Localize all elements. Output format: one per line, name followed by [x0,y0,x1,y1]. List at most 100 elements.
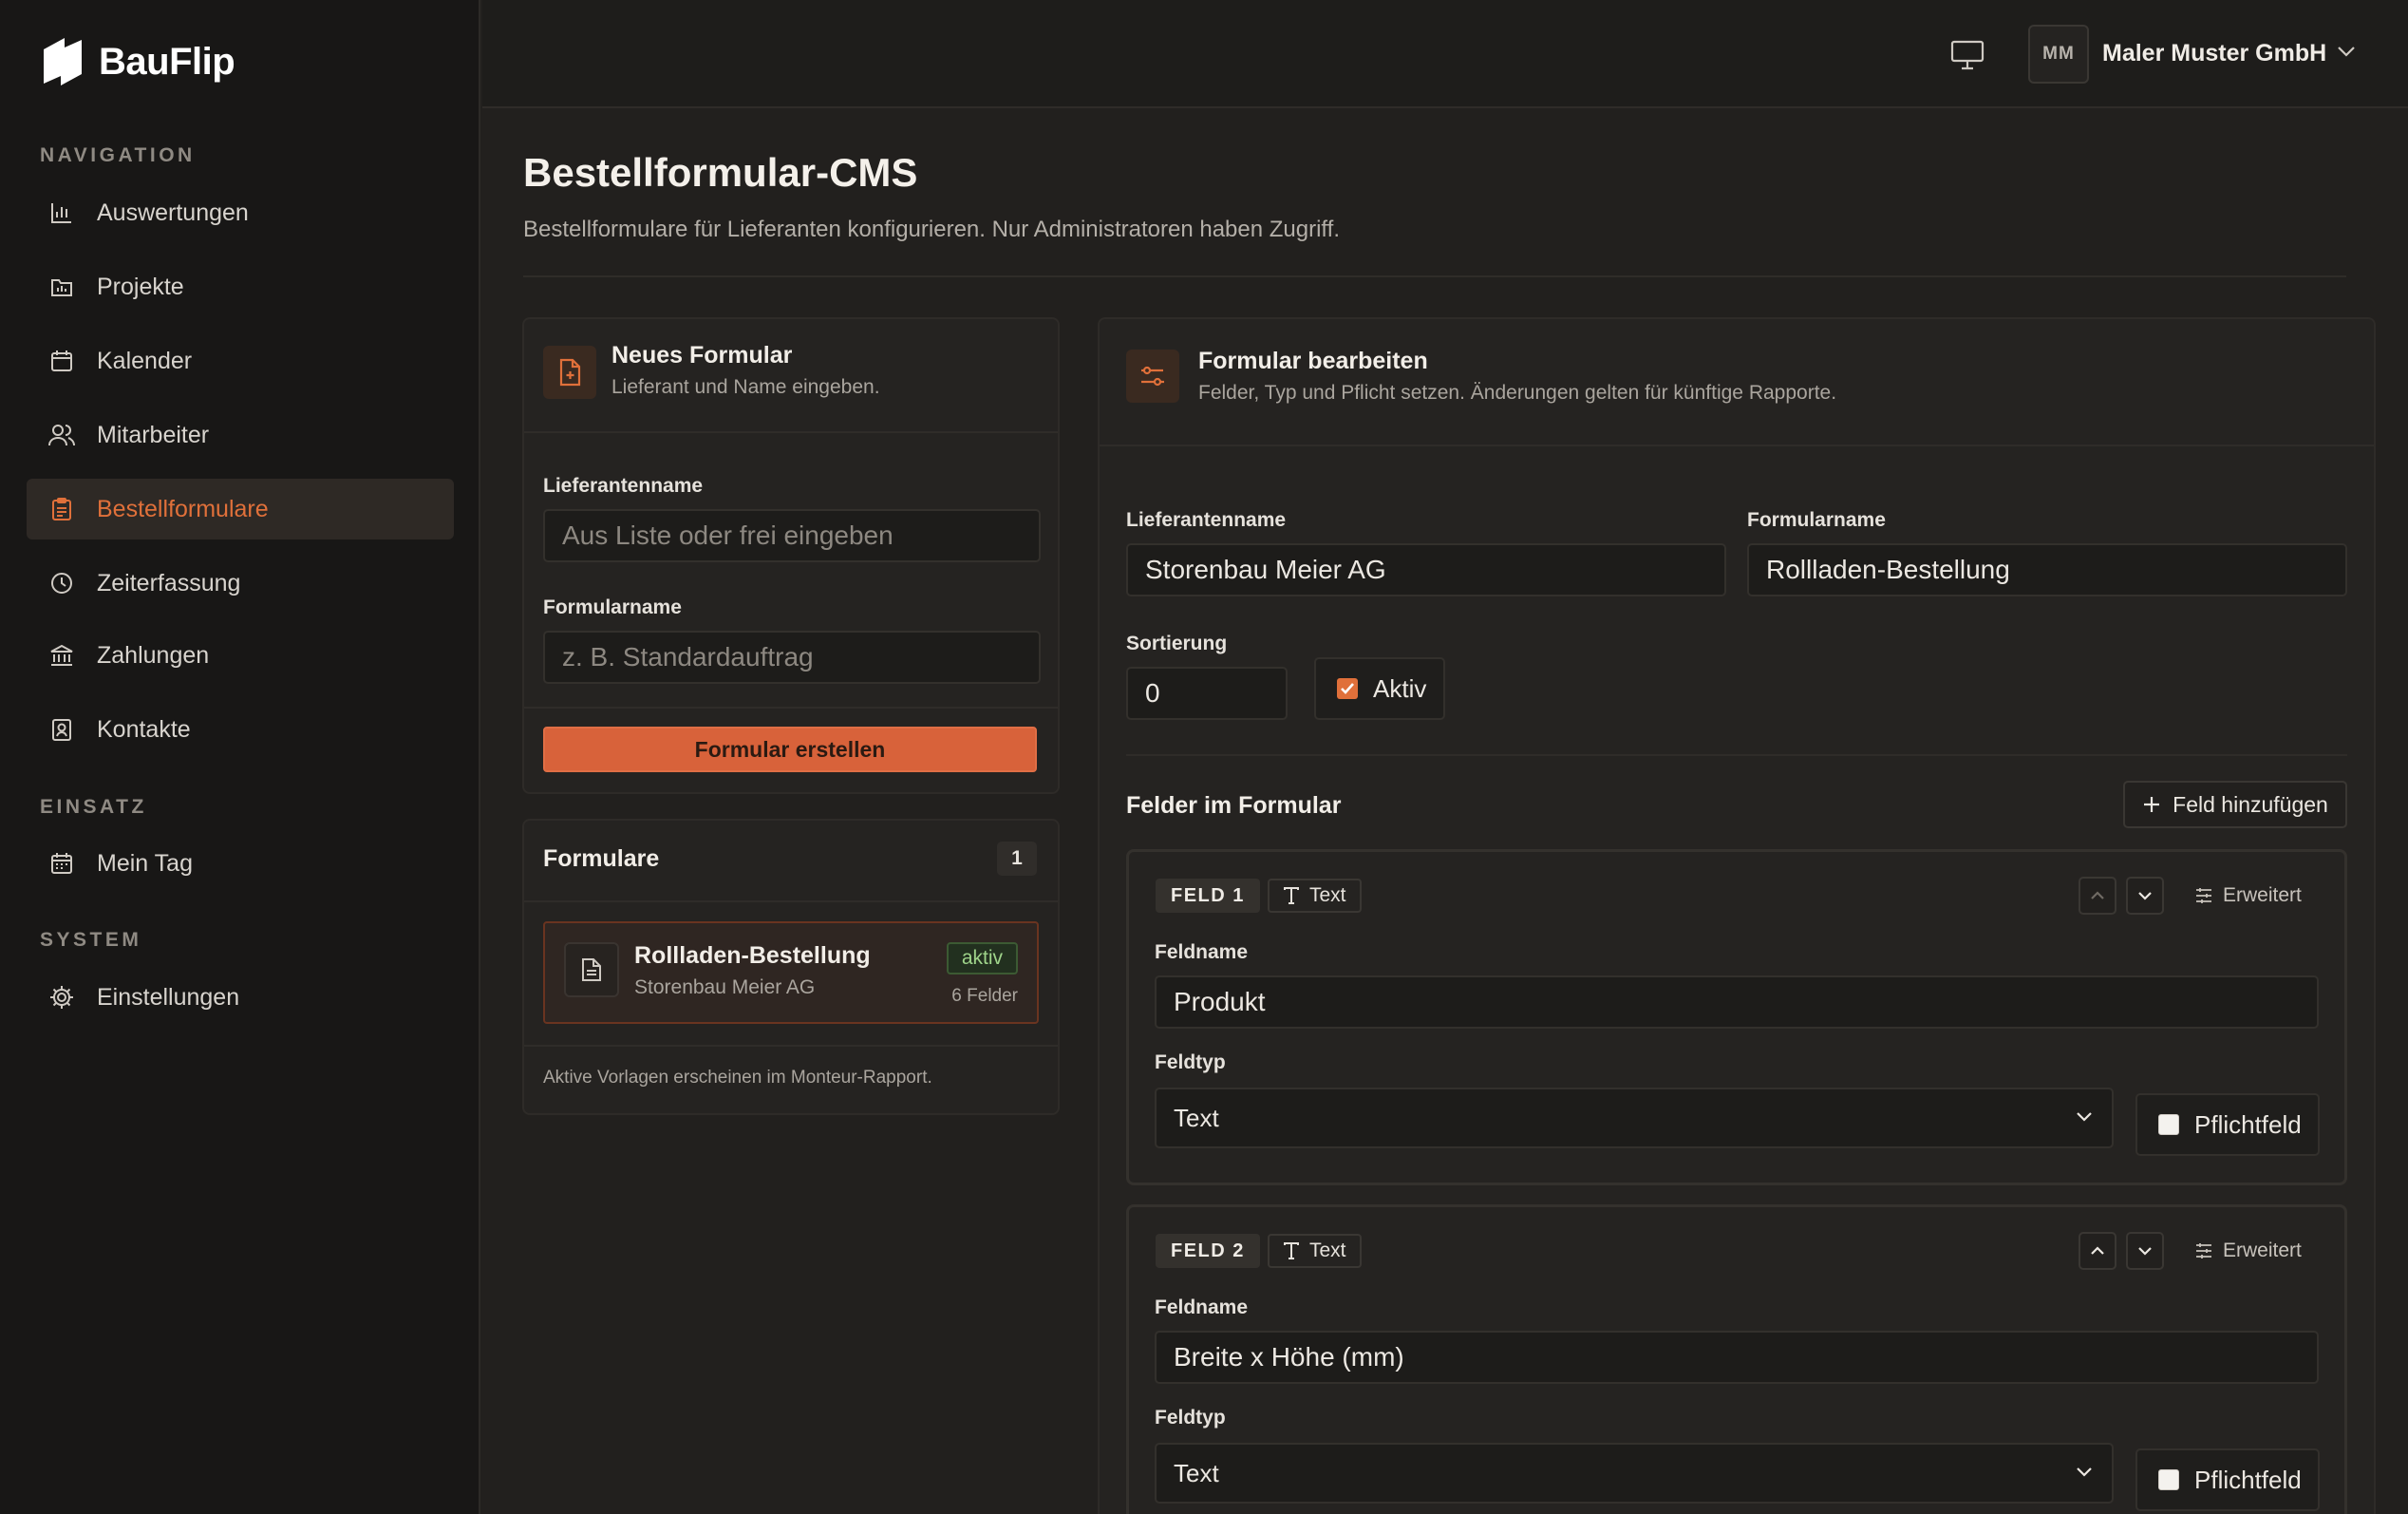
settings-sliders-icon [2194,887,2213,904]
field-name-label: Feldname [1155,941,1249,963]
field-name-input[interactable]: Breite x Höhe (mm) [1155,1331,2319,1384]
monitor-icon [1950,40,1985,70]
forms-footnote: Aktive Vorlagen erscheinen im Monteur-Ra… [543,1068,932,1088]
required-checkbox[interactable]: Pflichtfeld [2135,1093,2320,1156]
sidebar-item-projekte[interactable]: Projekte [27,256,454,317]
advanced-button[interactable]: Erweitert [2194,1240,2302,1262]
sidebar-item-bestellformulare[interactable]: Bestellformulare [27,479,454,539]
move-down-button[interactable] [2126,1232,2164,1270]
form-name-input[interactable]: z. B. Standardauftrag [543,631,1041,684]
divider [524,1045,1058,1047]
chevron-down-icon[interactable] [2336,44,2357,59]
edit-form-name-label: Formularname [1747,509,1886,531]
move-down-button[interactable] [2126,877,2164,915]
divider [524,707,1058,709]
sort-label: Sortierung [1126,633,1228,654]
sidebar-item-label: Zahlungen [97,641,210,669]
display-mode-button[interactable] [1948,36,1986,74]
edit-supplier-input[interactable]: Storenbau Meier AG [1126,543,1726,596]
sidebar: BauFlip NAVIGATION Auswertungen Projekte… [0,0,480,1514]
nav-section-einsatz: EINSATZ [40,796,147,818]
logo[interactable]: BauFlip [40,36,235,87]
document-icon [564,942,619,997]
sidebar-item-zeiterfassung[interactable]: Zeiterfassung [27,553,454,614]
fields-section-title: Felder im Formular [1126,792,1342,819]
move-up-button[interactable] [2079,1232,2116,1270]
sidebar-item-einstellungen[interactable]: Einstellungen [27,967,454,1028]
edit-form-title: Formular bearbeiten [1198,348,1428,374]
avatar[interactable]: MM [2028,25,2089,84]
advanced-button[interactable]: Erweitert [2194,884,2302,907]
field-type-value: Text [1174,1458,1219,1487]
field-type-select[interactable]: Text [1155,1443,2114,1504]
bank-icon [47,641,76,670]
sidebar-item-label: Mitarbeiter [97,421,210,448]
field-card: FELD 2 Text Erweitert Feldname Breite x … [1126,1204,2347,1514]
sidebar-item-label: Kalender [97,347,193,374]
sort-input[interactable]: 0 [1126,667,1288,720]
create-form-button[interactable]: Formular erstellen [543,727,1037,772]
required-label: Pflichtfeld [2194,1109,2302,1139]
field-type-label: Feldtyp [1155,1407,1226,1429]
active-label: Aktiv [1373,673,1427,703]
divider [523,275,2346,277]
plus-icon [2142,795,2161,814]
text-type-icon [1283,1241,1300,1260]
status-badge: aktiv [946,942,1018,975]
text-type-icon [1283,886,1300,905]
page-subtitle: Bestellformulare für Lieferanten konfigu… [523,217,1341,242]
field-number-badge: FELD 1 [1156,879,1260,913]
clipboard-icon [47,495,76,523]
checkbox-unchecked-icon [2158,1114,2179,1135]
field-type-label: Feldtyp [1155,1051,1226,1073]
sidebar-item-mitarbeiter[interactable]: Mitarbeiter [27,405,454,465]
add-field-label: Feld hinzufügen [2173,791,2328,817]
move-up-button[interactable] [2079,877,2116,915]
sidebar-item-auswertungen[interactable]: Auswertungen [27,182,454,243]
sidebar-item-mein-tag[interactable]: Mein Tag [27,833,454,894]
field-type-badge: Text [1268,879,1362,913]
new-form-title: Neues Formular [611,342,793,369]
advanced-label: Erweitert [2223,1240,2302,1261]
chevron-down-icon [2076,1466,2093,1477]
chevron-up-icon [2090,890,2105,901]
bar-chart-icon [47,199,76,227]
advanced-label: Erweitert [2223,884,2302,906]
sidebar-item-kontakte[interactable]: Kontakte [27,699,454,760]
checkbox-checked-icon [1337,678,1358,699]
app-name: BauFlip [99,40,235,83]
sidebar-item-label: Bestellformulare [97,495,269,522]
form-item-supplier: Storenbau Meier AG [634,976,816,998]
form-item-name: Rollladen-Bestellung [634,942,871,969]
new-form-card: Neues Formular Lieferant und Name eingeb… [522,317,1060,794]
active-checkbox[interactable]: Aktiv [1314,657,1445,720]
form-item-field-count: 6 Felder [951,986,1018,1006]
list-item[interactable]: Rollladen-Bestellung Storenbau Meier AG … [543,921,1039,1024]
sidebar-item-label: Kontakte [97,715,191,743]
field-type-select[interactable]: Text [1155,1088,2114,1148]
page-title: Bestellformular-CMS [523,150,918,195]
chevron-up-icon [2090,1245,2105,1257]
forms-list-title: Formulare [543,845,660,872]
supplier-input[interactable]: Aus Liste oder frei eingeben [543,509,1041,562]
supplier-label: Lieferantenname [543,475,704,497]
field-name-input[interactable]: Produkt [1155,975,2319,1029]
required-checkbox[interactable]: Pflichtfeld [2135,1448,2320,1511]
divider [524,431,1058,433]
field-type-badge-label: Text [1309,1240,1346,1261]
nav-section-navigation: NAVIGATION [40,144,196,166]
checkbox-unchecked-icon [2158,1469,2179,1490]
sidebar-item-zahlungen[interactable]: Zahlungen [27,625,454,686]
calendar-icon [47,347,76,375]
forms-count-badge: 1 [997,842,1037,876]
company-name[interactable]: Maler Muster GmbH [2102,40,2326,67]
clock-icon [47,569,76,597]
chevron-down-icon [2137,890,2153,901]
sidebar-item-kalender[interactable]: Kalender [27,331,454,391]
add-field-button[interactable]: Feld hinzufügen [2123,781,2347,828]
edit-form-name-input[interactable]: Rollladen-Bestellung [1747,543,2347,596]
divider [524,900,1058,902]
sidebar-item-label: Mein Tag [97,849,193,877]
divider [1100,445,2374,446]
field-name-label: Feldname [1155,1296,1249,1318]
